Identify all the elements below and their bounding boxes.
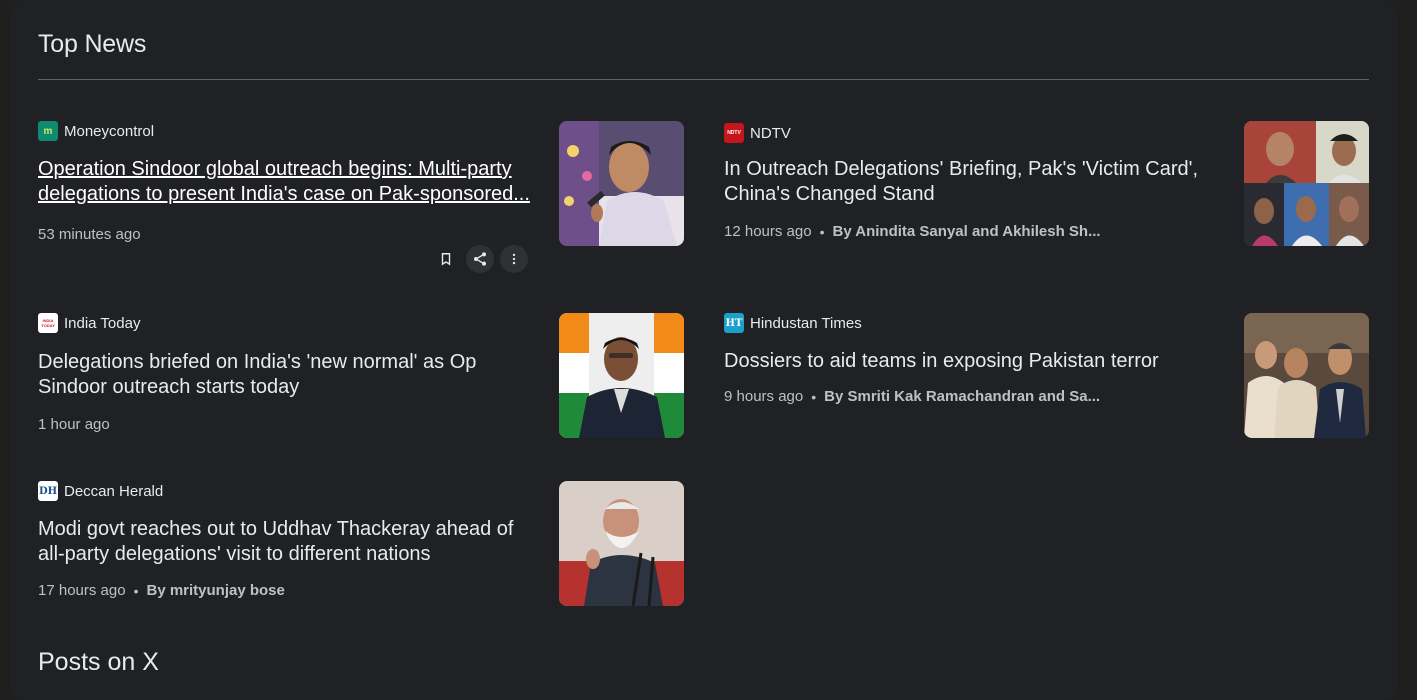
- headline-link[interactable]: Dossiers to aid teams in exposing Pakist…: [724, 349, 1214, 374]
- article-thumbnail[interactable]: [1244, 313, 1369, 438]
- more-options-button[interactable]: [500, 245, 528, 273]
- timestamp: 17 hours ago: [38, 582, 126, 599]
- separator-dot: •: [133, 582, 139, 599]
- author: By Smriti Kak Ramachandran and Sa...: [824, 388, 1101, 405]
- author: By Anindita Sanyal and Akhilesh Sh...: [832, 223, 1101, 240]
- source-name: India Today: [64, 314, 141, 332]
- headline-link[interactable]: In Outreach Delegations' Briefing, Pak's…: [724, 157, 1214, 207]
- article-meta: 17 hours ago • By mrityunjay bose: [38, 582, 538, 599]
- news-card[interactable]: m Moneycontrol Operation Sindoor global …: [38, 121, 538, 243]
- article-thumbnail[interactable]: [559, 313, 684, 438]
- timestamp: 12 hours ago: [724, 223, 812, 240]
- leader-photo-image: [559, 481, 684, 606]
- article-meta: 12 hours ago • By Anindita Sanyal and Ak…: [724, 223, 1214, 240]
- news-source: HT Hindustan Times: [724, 313, 1214, 333]
- article-thumbnail[interactable]: [559, 481, 684, 606]
- article-meta: 53 minutes ago: [38, 226, 538, 243]
- section-divider: [38, 79, 1369, 80]
- timestamp: 53 minutes ago: [38, 226, 141, 243]
- separator-dot: •: [819, 223, 825, 240]
- news-source: m Moneycontrol: [38, 121, 538, 141]
- share-button[interactable]: [466, 245, 494, 273]
- section-title: Top News: [38, 30, 147, 58]
- headline-link[interactable]: Operation Sindoor global outreach begins…: [38, 157, 538, 207]
- official-photo-image: [559, 313, 684, 438]
- moneycontrol-favicon-icon: m: [38, 121, 58, 141]
- headline-link[interactable]: Delegations briefed on India's 'new norm…: [38, 350, 538, 400]
- source-name: Moneycontrol: [64, 122, 155, 140]
- article-actions: [432, 245, 528, 273]
- bookmark-icon: [441, 253, 451, 266]
- article-meta: 1 hour ago: [38, 416, 538, 433]
- separator-dot: •: [811, 388, 817, 405]
- india-today-favicon-icon: INDIA TODAY: [38, 313, 58, 333]
- article-thumbnail[interactable]: [559, 121, 684, 246]
- ndtv-favicon-icon: NDTV: [724, 123, 744, 143]
- posts-on-x-title: Posts on X: [38, 648, 159, 676]
- headline-link[interactable]: Modi govt reaches out to Uddhav Thackera…: [38, 517, 538, 567]
- news-source: NDTV NDTV: [724, 123, 1214, 143]
- news-source: INDIA TODAY India Today: [38, 313, 538, 333]
- timestamp: 1 hour ago: [38, 416, 110, 433]
- news-card[interactable]: DH Deccan Herald Modi govt reaches out t…: [38, 481, 538, 599]
- news-source: DH Deccan Herald: [38, 481, 538, 501]
- timestamp: 9 hours ago: [724, 388, 804, 405]
- author: By mrityunjay bose: [146, 582, 285, 599]
- source-name: Deccan Herald: [64, 482, 164, 500]
- more-vert-icon: [512, 253, 516, 265]
- deccan-herald-favicon-icon: DH: [38, 481, 58, 501]
- group-photo-image: [1244, 313, 1369, 438]
- top-news-panel: Top News m Moneycontrol Operation Sindoo…: [10, 0, 1398, 700]
- source-name: Hindustan Times: [750, 314, 862, 332]
- collage-photo-image: [1244, 121, 1369, 246]
- source-name: NDTV: [750, 124, 791, 142]
- bookmark-button[interactable]: [432, 245, 460, 273]
- news-card[interactable]: NDTV NDTV In Outreach Delegations' Brief…: [724, 123, 1214, 240]
- article-meta: 9 hours ago • By Smriti Kak Ramachandran…: [724, 388, 1214, 405]
- share-icon: [474, 252, 486, 266]
- hindustan-times-favicon-icon: HT: [724, 313, 744, 333]
- news-card[interactable]: HT Hindustan Times Dossiers to aid teams…: [724, 313, 1214, 405]
- news-card[interactable]: INDIA TODAY India Today Delegations brie…: [38, 313, 538, 433]
- speaker-photo-image: [559, 121, 684, 246]
- article-thumbnail[interactable]: [1244, 121, 1369, 246]
